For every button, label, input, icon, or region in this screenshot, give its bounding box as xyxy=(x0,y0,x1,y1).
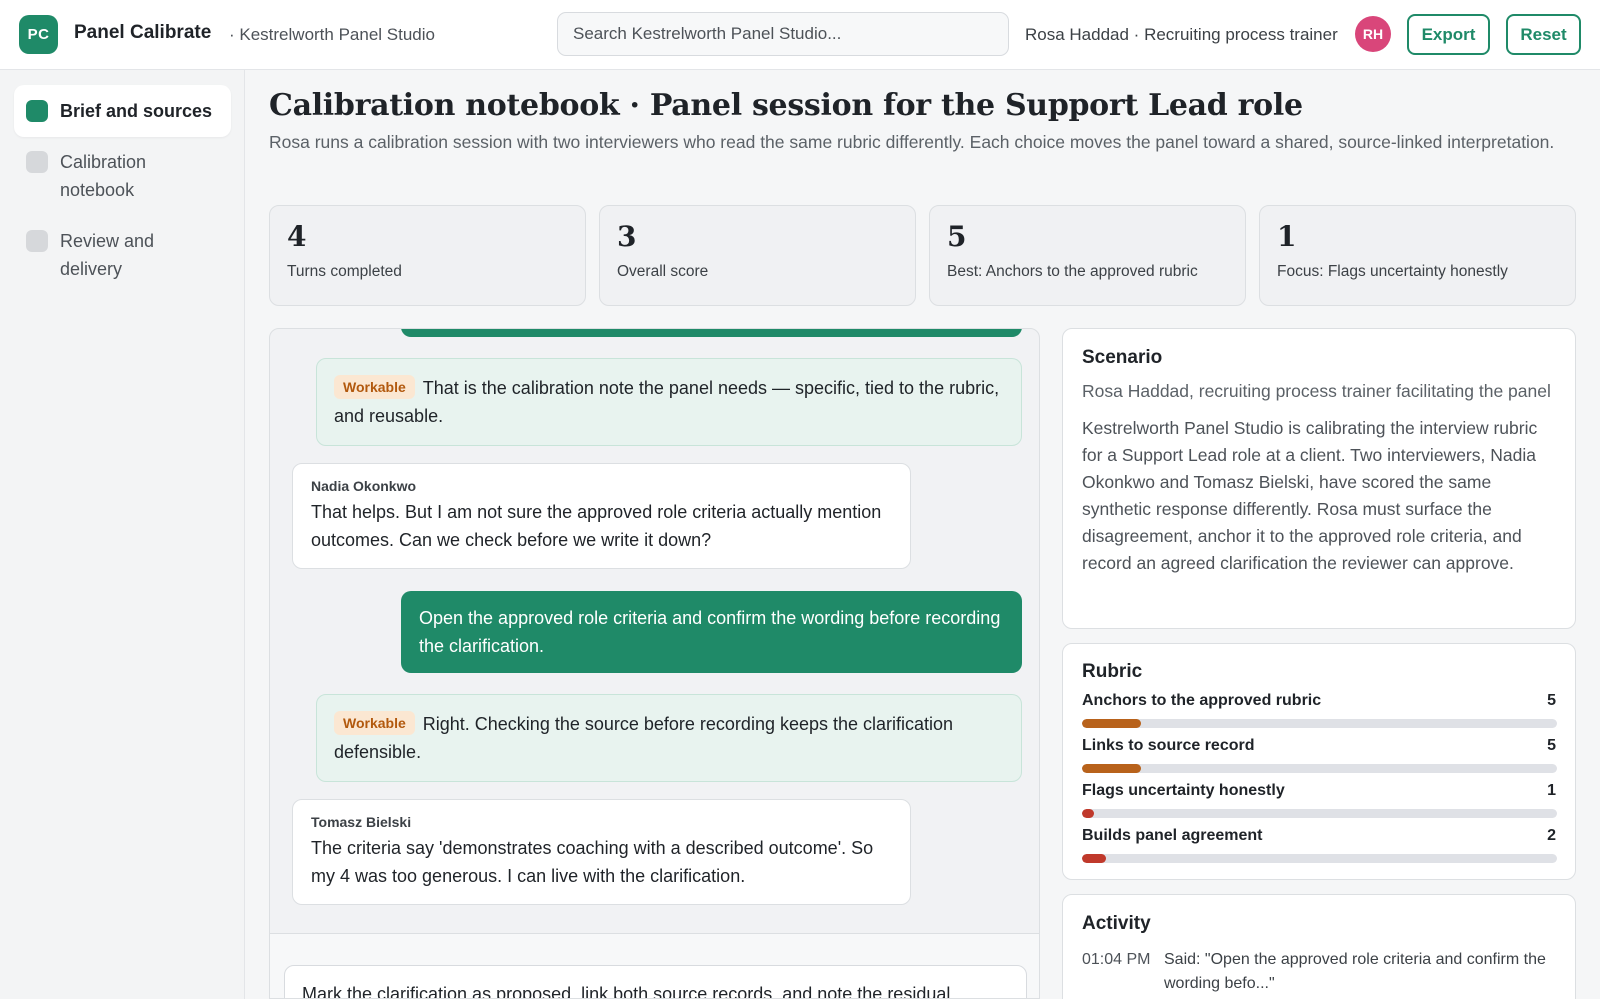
stat-label: Overall score xyxy=(617,263,709,280)
coach-feedback-text: That is the calibration note the panel n… xyxy=(334,378,1000,426)
rubric-card: Rubric Anchors to the approved rubric 5 L… xyxy=(1062,643,1576,880)
message-text: The criteria say 'demonstrates coaching … xyxy=(311,838,874,886)
rubric-bar-track xyxy=(1082,764,1557,773)
scenario-card: Scenario Rosa Haddad, recruiting process… xyxy=(1062,328,1576,629)
stat-card-best: 5 Best: Anchors to the approved rubric xyxy=(929,205,1246,306)
rubric-row: Anchors to the approved rubric 5 xyxy=(1082,692,1557,728)
stat-card-overall-score: 3 Overall score xyxy=(599,205,916,306)
rubric-label: Links to source record xyxy=(1082,737,1255,754)
top-bar: PC Panel Calibrate · Kestrelworth Panel … xyxy=(0,0,1600,70)
reset-button[interactable]: Reset xyxy=(1506,14,1581,55)
user-message-bubble: Open the approved role criteria and conf… xyxy=(401,591,1022,673)
coach-feedback-text: Right. Checking the source before record… xyxy=(334,714,954,762)
rubric-bar-track xyxy=(1082,719,1557,728)
app-name: Panel Calibrate xyxy=(74,22,212,43)
sidebar-item-calibration-notebook[interactable]: Calibration notebook xyxy=(14,136,231,216)
rubric-score: 5 xyxy=(1547,737,1556,754)
activity-card: Activity 01:04 PM Said: "Open the approv… xyxy=(1062,894,1576,999)
reply-option[interactable]: Mark the clarification as proposed, link… xyxy=(284,965,1027,998)
workspace-name: · Kestrelworth Panel Studio xyxy=(229,25,435,44)
speaker-name: Tomasz Bielski xyxy=(311,814,412,830)
rubric-bar-fill xyxy=(1082,809,1094,818)
rubric-bar-fill xyxy=(1082,854,1106,863)
rubric-row: Builds panel agreement 2 xyxy=(1082,827,1557,863)
rating-badge: Workable xyxy=(334,711,415,735)
chat-panel: Workable That is the calibration note the… xyxy=(269,328,1040,999)
stat-label: Turns completed xyxy=(287,263,402,280)
avatar[interactable]: RH xyxy=(1355,16,1391,52)
rubric-bar-fill xyxy=(1082,764,1142,773)
speaker-name: Nadia Okonkwo xyxy=(311,478,417,494)
stat-card-focus: 1 Focus: Flags uncertainty honestly xyxy=(1259,205,1576,306)
rubric-row: Links to source record 5 xyxy=(1082,737,1557,773)
rubric-label: Flags uncertainty honestly xyxy=(1082,782,1285,799)
rubric-title: Rubric xyxy=(1082,661,1143,682)
page-title: Calibration notebook · Panel session for… xyxy=(269,88,1303,123)
activity-time: 01:04 PM xyxy=(1082,951,1151,968)
activity-title: Activity xyxy=(1082,913,1151,934)
page-subtitle: Rosa runs a calibration session with two… xyxy=(269,132,1555,152)
stat-value: 3 xyxy=(617,220,637,253)
activity-item: 01:04 PM Said: "Open the approved role c… xyxy=(1082,948,1556,996)
stat-card-turns: 4 Turns completed xyxy=(269,205,586,306)
sidebar-item-label: Review and delivery xyxy=(60,231,155,279)
scenario-lead: Rosa Haddad, recruiting process trainer … xyxy=(1082,381,1551,401)
user-info: Rosa Haddad · Recruiting process trainer xyxy=(1025,25,1338,44)
coach-feedback: Workable Right. Checking the source befor… xyxy=(316,694,1022,782)
rating-badge: Workable xyxy=(334,375,415,399)
activity-text: Said: "Open the approved role criteria a… xyxy=(1164,951,1546,992)
composer-area: Mark the clarification as proposed, link… xyxy=(270,933,1039,998)
sidebar-item-review-and-delivery[interactable]: Review and delivery xyxy=(14,215,231,295)
user-message-bubble xyxy=(401,329,1022,337)
chat-transcript[interactable]: Workable That is the calibration note the… xyxy=(270,329,1039,933)
sidebar-item-label: Calibration notebook xyxy=(60,152,147,200)
rubric-bar-fill xyxy=(1082,719,1142,728)
app-logo: PC xyxy=(19,15,58,54)
step-indicator-icon xyxy=(26,230,48,252)
search-input[interactable] xyxy=(557,12,1009,56)
rubric-score: 1 xyxy=(1547,782,1556,799)
rubric-score: 2 xyxy=(1547,827,1556,844)
stat-label: Focus: Flags uncertainty honestly xyxy=(1277,263,1508,280)
export-button[interactable]: Export xyxy=(1407,14,1490,55)
rubric-score: 5 xyxy=(1547,692,1556,709)
sidebar-item-brief-and-sources[interactable]: Brief and sources xyxy=(14,85,231,137)
rubric-label: Builds panel agreement xyxy=(1082,827,1263,844)
coach-feedback: Workable That is the calibration note the… xyxy=(316,358,1022,446)
step-indicator-icon xyxy=(26,151,48,173)
rubric-label: Anchors to the approved rubric xyxy=(1082,692,1322,709)
rubric-bar-track xyxy=(1082,809,1557,818)
scenario-body: Kestrelworth Panel Studio is calibrating… xyxy=(1082,418,1538,573)
interviewer-message: Nadia Okonkwo That helps. But I am not s… xyxy=(292,463,911,569)
sidebar: Brief and sources Calibration notebook R… xyxy=(0,70,245,999)
step-indicator-icon xyxy=(26,100,48,122)
stat-value: 5 xyxy=(947,220,967,253)
stat-value: 1 xyxy=(1277,220,1297,253)
stat-label: Best: Anchors to the approved rubric xyxy=(947,263,1198,280)
rubric-row: Flags uncertainty honestly 1 xyxy=(1082,782,1557,818)
stat-value: 4 xyxy=(287,220,307,253)
sidebar-item-label: Brief and sources xyxy=(60,101,213,121)
scenario-title: Scenario xyxy=(1082,347,1163,368)
message-text: That helps. But I am not sure the approv… xyxy=(311,502,882,550)
interviewer-message: Tomasz Bielski The criteria say 'demonst… xyxy=(292,799,911,905)
rubric-bar-track xyxy=(1082,854,1557,863)
